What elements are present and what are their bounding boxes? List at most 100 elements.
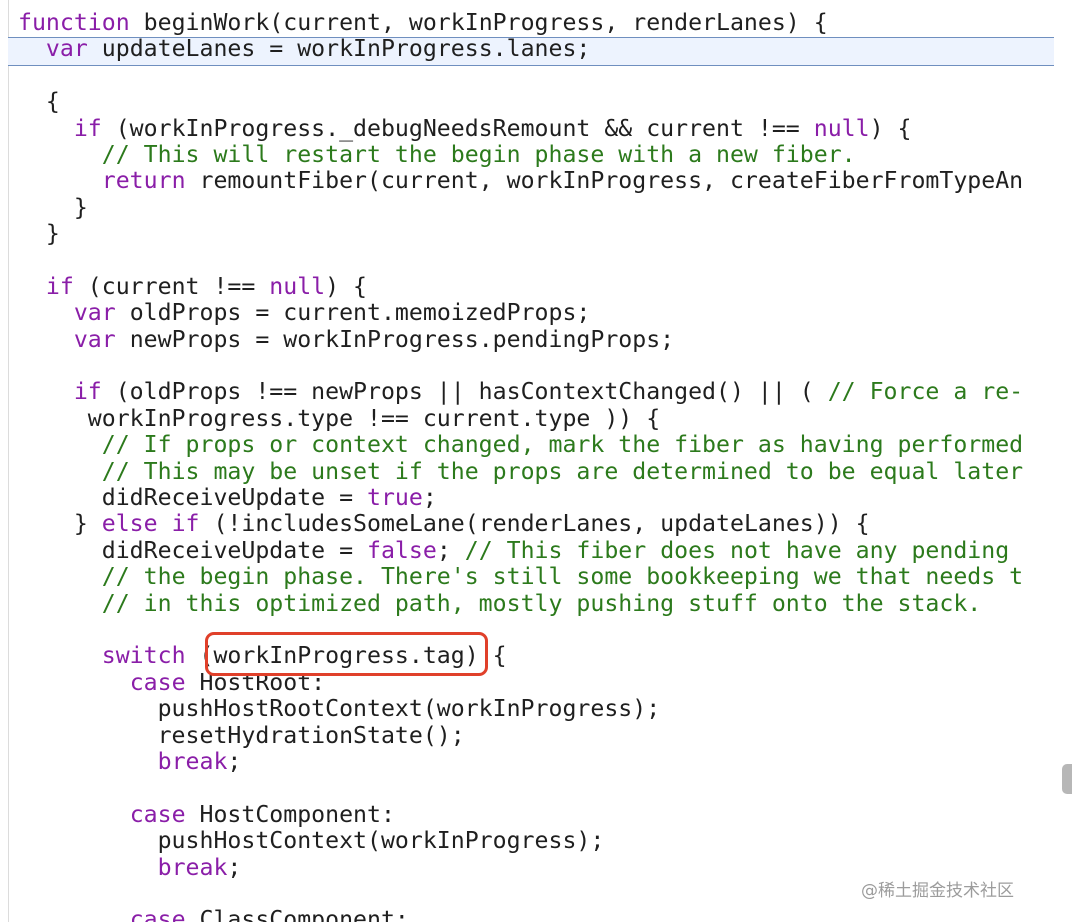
code-line: case HostRoot: <box>18 668 1023 696</box>
code-line: pushHostRootContext(workInProgress); <box>18 695 1023 723</box>
code-line: case HostComponent: <box>18 800 1023 828</box>
code-keyword: else <box>101 510 158 538</box>
code-line: didReceiveUpdate = false; // This fiber … <box>18 536 1023 564</box>
code-line: var newProps = workInProgress.pendingPro… <box>18 325 1023 353</box>
vertical-scrollbar-thumb[interactable] <box>1062 764 1072 794</box>
code-keyword: if <box>171 510 200 538</box>
code-line: return remountFiber(current, workInProgr… <box>18 168 1023 194</box>
code-text: (workInProgress._debugNeedsRemount && cu… <box>101 114 814 142</box>
code-keyword: break <box>157 853 228 881</box>
code-text: ; <box>227 747 242 775</box>
code-line: switch (workInProgress.tag) { <box>18 643 1023 669</box>
code-comment: // the begin phase. There's still some b… <box>101 563 1024 591</box>
code-line: if (workInProgress._debugNeedsRemount &&… <box>18 114 1023 142</box>
code-text: didReceiveUpdate = <box>18 536 368 564</box>
code-line: } <box>18 193 1023 221</box>
code-line: pushHostContext(workInProgress); <box>18 827 1023 855</box>
code-text: didReceiveUpdate = <box>18 484 368 512</box>
code-line: break; <box>18 747 1023 775</box>
code-line: // If props or context changed, mark the… <box>18 432 1023 458</box>
code-text: workInProgress.type !== current.type )) … <box>18 404 661 432</box>
code-line: } <box>18 220 1023 248</box>
code-line: // in this optimized path, mostly pushin… <box>18 589 1023 617</box>
code-line: if (oldProps !== newProps || hasContextC… <box>18 379 1023 405</box>
annotation-highlight-box <box>205 632 488 676</box>
code-comment: // in this optimized path, mostly pushin… <box>101 589 982 617</box>
code-text: ; <box>422 484 437 512</box>
code-text: (!includesSomeLane(renderLanes, updateLa… <box>199 510 870 538</box>
code-comment: // If props or context changed, mark the… <box>101 431 1024 459</box>
code-literal: false <box>367 536 437 564</box>
code-text: ; <box>227 853 242 881</box>
code-line: resetHydrationState(); <box>18 722 1023 749</box>
code-text: HostComponent: <box>185 800 395 828</box>
code-line: case ClassComponent: <box>18 907 1023 922</box>
code-text: newProps = workInProgress.pendingProps; <box>115 325 675 353</box>
code-text: beginWork(current, workInProgress, rende… <box>129 9 828 36</box>
code-text: } <box>18 193 88 221</box>
code-line: // the begin phase. There's still some b… <box>18 564 1023 590</box>
code-text: (oldProps !== newProps || hasContextChan… <box>101 378 828 406</box>
code-line: // This will restart the begin phase wit… <box>18 141 1023 168</box>
code-text: pushHostRootContext(workInProgress); <box>18 695 661 723</box>
code-keyword: case <box>129 800 186 828</box>
code-literal: true <box>367 484 423 512</box>
code-literal: null <box>269 272 326 300</box>
code-line: function beginWork(current, workInProgre… <box>18 9 1023 36</box>
code-literal: null <box>813 114 870 142</box>
watermark: @稀土掘金技术社区 <box>861 881 1014 901</box>
code-text: pushHostContext(workInProgress); <box>18 827 605 855</box>
code-text: ) { <box>325 272 368 300</box>
code-text: updateLanes = workInProgress.lanes; <box>87 35 591 63</box>
code-keyword: case <box>129 668 186 696</box>
code-keyword: if <box>45 272 74 300</box>
code-keyword: if <box>73 378 102 406</box>
code-line: var oldProps = current.memoizedProps; <box>18 300 1023 326</box>
code-keyword: var <box>73 299 116 327</box>
code-text: (current !== <box>73 272 270 300</box>
code-text: } <box>18 510 102 538</box>
code-keyword: break <box>157 747 228 775</box>
code-keyword: function <box>18 9 130 36</box>
code-line: } else if (!includesSomeLane(renderLanes… <box>18 511 1023 537</box>
code-keyword: case <box>129 906 186 922</box>
code-keyword: if <box>73 114 102 142</box>
code-line: // This may be unset if the props are de… <box>18 457 1024 485</box>
code-editor[interactable]: function beginWork(current, workInProgre… <box>0 0 1056 922</box>
code-comment: // This fiber does not have any pending <box>464 536 1010 564</box>
code-line: workInProgress.type !== current.type )) … <box>18 404 1023 432</box>
code-line: var updateLanes = workInProgress.lanes; <box>18 36 1023 62</box>
code-text: oldProps = current.memoizedProps; <box>115 299 591 327</box>
code-text: ) { <box>869 114 912 142</box>
code-text: ; <box>436 536 465 564</box>
code-line: if (current !== null) { <box>18 272 1023 300</box>
code-keyword: var <box>73 325 116 353</box>
code-line: { <box>18 88 1023 115</box>
code-keyword: var <box>45 35 88 63</box>
code-comment: // This may be unset if the props are de… <box>101 457 1024 485</box>
code-text: } <box>18 220 60 248</box>
